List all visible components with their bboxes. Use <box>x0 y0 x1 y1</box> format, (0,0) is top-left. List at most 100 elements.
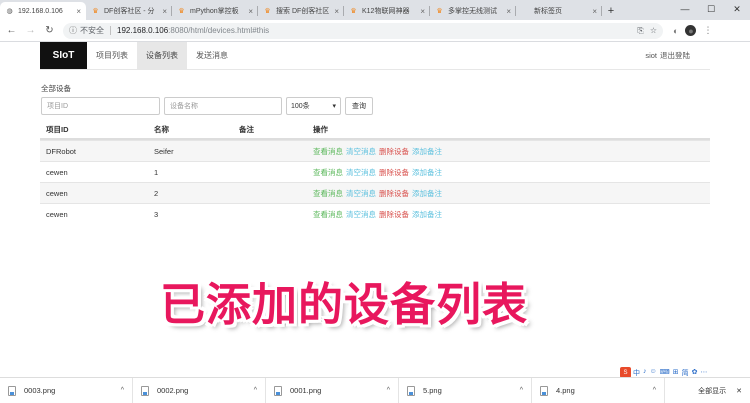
extension-icon[interactable]: ◐ <box>673 26 678 36</box>
browser-tab[interactable]: ◍ 192.168.0.106 × <box>0 2 86 20</box>
ime-item[interactable]: 中 <box>633 368 640 378</box>
close-tab-icon[interactable]: × <box>248 7 253 16</box>
df-logo-icon: ♛ <box>436 8 443 15</box>
download-item[interactable]: 0001.png ^ <box>266 377 399 403</box>
close-tab-icon[interactable]: × <box>592 7 597 16</box>
chevron-up-icon[interactable]: ^ <box>387 387 390 394</box>
ime-item[interactable]: ♪ <box>643 368 647 378</box>
arrow-right-icon: → <box>25 25 36 36</box>
download-item[interactable]: 0002.png ^ <box>133 377 266 403</box>
add-note-link[interactable]: 添加备注 <box>412 167 442 178</box>
arrow-left-icon: ← <box>6 25 17 36</box>
tab-label: 搜索 DF创客社区 <box>276 8 330 15</box>
cell-name: Seifer <box>154 146 174 156</box>
add-note-link[interactable]: 添加备注 <box>412 146 442 157</box>
maximize-button[interactable]: ☐ <box>698 0 724 18</box>
nav-item-send-message[interactable]: 发送消息 <box>187 42 237 69</box>
browser-tab[interactable]: ♛ mPython掌控板 × <box>172 2 258 20</box>
site-navbar: SIoT 项目列表 设备列表 发送消息 siot 退出登陆 <box>40 42 710 70</box>
ime-item[interactable]: ⊞ <box>673 368 679 378</box>
chevron-up-icon[interactable]: ^ <box>520 387 523 394</box>
browser-tab[interactable]: 新标签页 × <box>516 2 602 20</box>
delete-device-link[interactable]: 删除设备 <box>379 167 409 178</box>
df-logo-icon: ♛ <box>178 8 185 15</box>
table-row: cewen 2 查看消息 清空消息 删除设备 添加备注 <box>40 182 710 203</box>
reload-icon: ↻ <box>45 25 54 36</box>
close-downloads-button[interactable]: ✕ <box>736 387 742 395</box>
clear-messages-link[interactable]: 清空消息 <box>346 188 376 199</box>
new-tab-button[interactable]: + <box>602 2 620 20</box>
ime-item[interactable]: 简 <box>682 368 689 378</box>
translate-icon[interactable]: ⎘ <box>637 26 643 36</box>
browser-tab[interactable]: ♛ 搜索 DF创客社区 × <box>258 2 344 20</box>
tab-label: 新标签页 <box>534 8 562 15</box>
add-note-link[interactable]: 添加备注 <box>412 209 442 220</box>
chevron-up-icon[interactable]: ^ <box>653 387 656 394</box>
view-messages-link[interactable]: 查看消息 <box>313 209 343 220</box>
delete-device-link[interactable]: 删除设备 <box>379 209 409 220</box>
image-file-icon <box>274 385 282 396</box>
bookmark-star-icon[interactable]: ☆ <box>650 26 657 36</box>
downloads-bar: 0003.png ^ 0002.png ^ 0001.png ^ 5.png ^ 4.png ^ … <box>0 377 750 403</box>
view-messages-link[interactable]: 查看消息 <box>313 146 343 157</box>
table-body: DFRobot Seifer 查看消息 清空消息 删除设备 添加备注 cewen 1 查看消息清… <box>40 140 710 224</box>
df-logo-icon: ♛ <box>264 8 271 15</box>
menu-icon[interactable]: ⋮ <box>703 25 712 36</box>
back-button[interactable]: ← <box>4 23 19 38</box>
browser-tab[interactable]: ♛ K12物联网神器 × <box>344 2 430 20</box>
ime-item[interactable]: ✿ <box>692 368 698 378</box>
forward-button[interactable]: → <box>23 23 38 38</box>
close-tab-icon[interactable]: × <box>76 7 81 16</box>
info-icon[interactable]: ⓘ <box>69 25 77 36</box>
tab-label: mPython掌控板 <box>190 8 239 15</box>
column-header-project: 项目ID <box>46 124 69 134</box>
close-tab-icon[interactable]: × <box>162 7 167 16</box>
project-id-input[interactable]: 项目ID <box>41 97 160 115</box>
page-size-select[interactable]: 100条 ▾ <box>286 97 341 115</box>
clear-messages-link[interactable]: 清空消息 <box>346 146 376 157</box>
download-item[interactable]: 0003.png ^ <box>0 377 133 403</box>
show-all-downloads-button[interactable]: 全部显示 <box>698 386 726 396</box>
brand-logo[interactable]: SIoT <box>40 42 87 69</box>
delete-device-link[interactable]: 删除设备 <box>379 188 409 199</box>
close-tab-icon[interactable]: × <box>506 7 511 16</box>
df-logo-icon: ♛ <box>92 8 99 15</box>
chevron-up-icon[interactable]: ^ <box>121 387 124 394</box>
view-messages-link[interactable]: 查看消息 <box>313 188 343 199</box>
browser-tab[interactable]: ♛ DF创客社区 - 分 × <box>86 2 172 20</box>
minimize-button[interactable]: — <box>672 0 698 18</box>
logout-link[interactable]: 退出登陆 <box>660 50 690 61</box>
tab-label: K12物联网神器 <box>362 8 410 15</box>
ime-item[interactable]: ☺ <box>650 368 657 378</box>
profile-avatar-icon[interactable]: ● <box>685 25 697 36</box>
close-window-button[interactable]: ✕ <box>724 0 750 18</box>
ime-item[interactable]: ⋯ <box>701 368 708 378</box>
table-row: cewen 3 查看消息 清空消息 删除设备 添加备注 <box>40 203 710 224</box>
df-logo-icon: ♛ <box>350 8 357 15</box>
column-header-actions: 操作 <box>313 124 328 134</box>
overlay-caption: 已添加的设备列表 <box>160 278 529 331</box>
chevron-up-icon[interactable]: ^ <box>254 387 257 394</box>
browser-tab[interactable]: ♛ 多掌控无线测试 × <box>430 2 516 20</box>
clear-messages-link[interactable]: 清空消息 <box>346 209 376 220</box>
nav-item-projects[interactable]: 项目列表 <box>87 42 137 69</box>
device-name-input[interactable]: 设备名称 <box>164 97 282 115</box>
close-tab-icon[interactable]: × <box>420 7 425 16</box>
url-path: :8080/html/devices.html#this <box>168 26 270 35</box>
nav-item-devices[interactable]: 设备列表 <box>137 42 187 69</box>
query-button[interactable]: 查询 <box>345 97 373 115</box>
download-item[interactable]: 5.png ^ <box>399 377 532 403</box>
close-tab-icon[interactable]: × <box>334 7 339 16</box>
ime-items: 中 ♪ ☺ ⌨ ⊞ 简 ✿ ⋯ <box>633 368 708 378</box>
url-host: 192.168.0.106 <box>117 26 169 35</box>
delete-device-link[interactable]: 删除设备 <box>379 146 409 157</box>
clear-messages-link[interactable]: 清空消息 <box>346 167 376 178</box>
add-note-link[interactable]: 添加备注 <box>412 188 442 199</box>
address-bar[interactable]: ⓘ 不安全 192.168.0.106 :8080/html/devices.h… <box>63 22 663 39</box>
view-messages-link[interactable]: 查看消息 <box>313 167 343 178</box>
download-item[interactable]: 4.png ^ <box>532 377 665 403</box>
ime-item[interactable]: ⌨ <box>660 368 670 378</box>
cell-project-id: cewen <box>46 209 68 219</box>
cell-project-id: cewen <box>46 167 68 177</box>
reload-button[interactable]: ↻ <box>42 23 57 38</box>
